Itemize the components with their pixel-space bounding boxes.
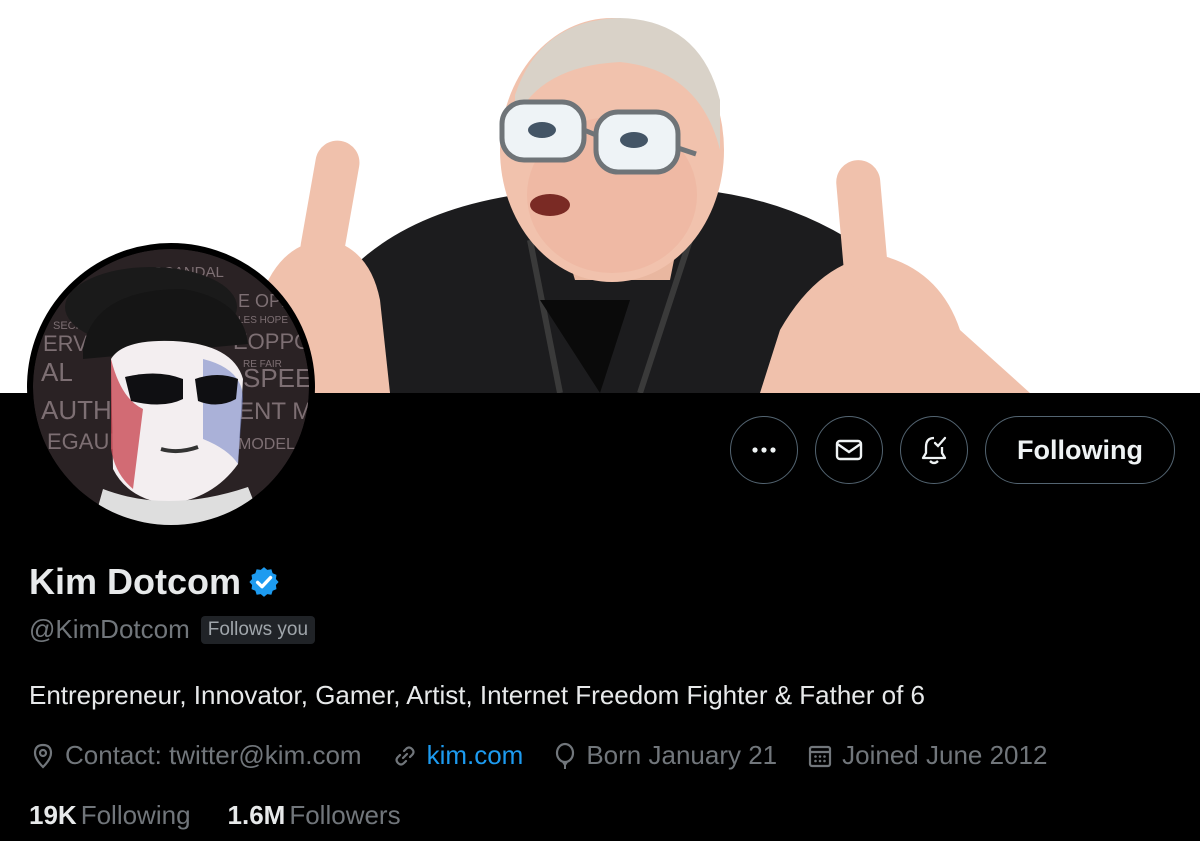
more-icon — [752, 447, 776, 453]
handle: @KimDotcom — [29, 614, 190, 644]
message-button[interactable] — [815, 416, 884, 484]
calendar-icon — [809, 745, 832, 767]
followers-count: 1.6M — [227, 800, 286, 830]
profile-bio: Entrepreneur, Innovator, Gamer, Artist, … — [29, 680, 925, 710]
profile-stats: 19K Following 1.6M Followers — [29, 800, 438, 831]
meta-location: Contact: twitter@kim.com — [29, 740, 362, 771]
profile-avatar[interactable]: SCANDALUNITYSECRETIONERVITUALAUTHOEGAUPE… — [27, 243, 315, 531]
envelope-icon — [835, 439, 863, 461]
following-stat[interactable]: 19K Following — [29, 800, 191, 831]
followers-stat[interactable]: 1.6M Followers — [228, 800, 401, 831]
verified-badge-icon[interactable] — [247, 565, 281, 599]
meta-website: kim.com — [391, 740, 524, 771]
balloon-icon — [556, 742, 575, 769]
followers-label: Followers — [289, 800, 401, 830]
notifications-button[interactable] — [900, 416, 969, 484]
avatar-word: RE FAIR — [243, 359, 282, 370]
avatar-word: LES HOPE — [238, 315, 288, 326]
avatar-word: ENT M — [238, 398, 309, 425]
avatar-word: AL — [41, 357, 73, 387]
profile-meta: Contact: twitter@kim.com kim.com Born Ja… — [29, 740, 1047, 771]
handle-row: @KimDotcom Follows you — [29, 614, 316, 645]
avatar-image: SCANDALUNITYSECRETIONERVITUALAUTHOEGAUPE… — [33, 249, 309, 525]
avatar-word: MODEL — [238, 436, 295, 453]
display-name: Kim Dotcom — [29, 561, 242, 602]
more-button[interactable] — [730, 416, 799, 484]
bell-check-icon — [921, 436, 947, 465]
joined-text: Joined June 2012 — [842, 740, 1048, 770]
profile-actions: Following — [730, 416, 1175, 484]
profile-name-row: Kim Dotcom — [29, 561, 281, 603]
follows-you-badge: Follows you — [200, 615, 316, 644]
following-button[interactable]: Following — [985, 416, 1175, 484]
meta-birthday: Born January 21 — [552, 740, 777, 771]
following-count: 19K — [29, 800, 77, 830]
following-label: Following — [80, 800, 191, 830]
meta-joined: Joined June 2012 — [806, 740, 1047, 771]
born-text: Born January 21 — [586, 740, 778, 770]
location-pin-icon — [33, 743, 53, 769]
website-link[interactable]: kim.com — [427, 740, 524, 771]
contact-text: Contact: twitter@kim.com — [65, 740, 362, 770]
link-icon — [394, 745, 415, 766]
